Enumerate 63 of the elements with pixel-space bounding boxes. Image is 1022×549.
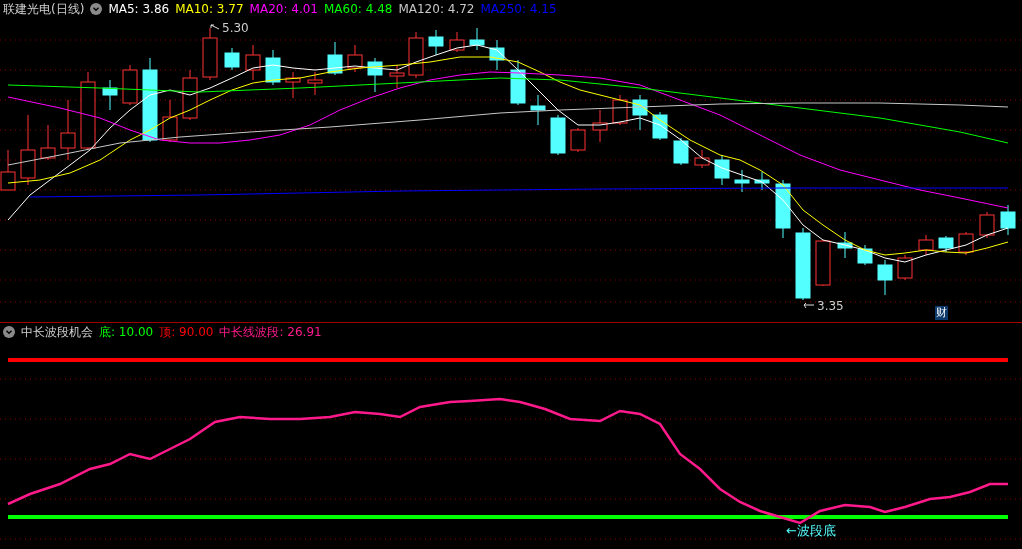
- candlestick: [837, 231, 853, 259]
- moving-average-value: MA120: 4.72: [398, 2, 475, 16]
- candlestick: [60, 99, 76, 161]
- wave-bottom-label: ←波段底: [786, 522, 836, 540]
- moving-average-value: MA20: 4.01: [249, 2, 318, 16]
- candlestick: [897, 254, 913, 281]
- candlestick: [530, 94, 546, 126]
- arrow-icon: [210, 24, 220, 32]
- candlestick: [958, 231, 974, 256]
- low-price-label: 3.35: [817, 299, 844, 313]
- finance-badge[interactable]: 财: [935, 306, 948, 320]
- candlestick: [245, 44, 261, 81]
- dropdown-icon[interactable]: [3, 326, 15, 338]
- candlestick: [877, 259, 893, 296]
- candlestick: [202, 27, 218, 81]
- candlestick: [775, 179, 791, 239]
- candlestick: [428, 29, 444, 56]
- candlestick: [510, 59, 526, 106]
- candlestick: [122, 64, 138, 106]
- candlestick: [347, 44, 363, 73]
- candlestick: [612, 94, 628, 126]
- candlestick: [162, 99, 178, 143]
- high-price-label: 5.30: [222, 21, 249, 35]
- candlestick: [408, 31, 424, 79]
- candlestick: [694, 149, 710, 169]
- candlestick: [632, 94, 648, 131]
- candlestick: [734, 169, 750, 193]
- arrow-icon: [803, 302, 815, 310]
- stock-title: 联建光电(日线): [3, 0, 85, 18]
- moving-average-value: MA60: 4.48: [324, 2, 393, 16]
- candlestick: [592, 109, 608, 143]
- candlestick: [550, 114, 566, 156]
- indicator-value: 底: 10.00: [99, 323, 154, 341]
- moving-average-value: MA5: 3.86: [108, 2, 170, 16]
- moving-average-value: MA10: 3.77: [175, 2, 244, 16]
- candlestick: [102, 79, 118, 111]
- candlestick: [307, 71, 323, 96]
- indicator-value: 顶: 90.00: [159, 323, 214, 341]
- candlestick: [469, 27, 485, 51]
- candlestick: [224, 47, 240, 71]
- candlestick: [40, 124, 56, 161]
- candlestick: [449, 31, 465, 53]
- candlestick: [815, 239, 831, 287]
- candlestick: [20, 114, 36, 186]
- candlestick: [182, 69, 198, 121]
- candlestick: [570, 127, 586, 153]
- candlestick: [489, 39, 505, 71]
- candlestick: [285, 71, 301, 99]
- candlestick: [979, 211, 995, 239]
- candlestick: [265, 49, 281, 86]
- candlestick: [857, 244, 873, 266]
- candlestick: [918, 234, 934, 256]
- candlestick: [1000, 204, 1016, 236]
- candlestick: [389, 64, 405, 89]
- candlestick: [673, 137, 689, 166]
- candlestick: [327, 41, 343, 76]
- indicator-title: 中长波段机会: [21, 323, 93, 341]
- indicator-value: 中长线波段: 26.91: [219, 323, 322, 341]
- moving-average-value: MA250: 4.15: [480, 2, 557, 16]
- candlestick: [714, 154, 730, 186]
- candlestick: [754, 171, 770, 191]
- candlestick: [367, 57, 383, 93]
- dropdown-icon[interactable]: [90, 3, 103, 15]
